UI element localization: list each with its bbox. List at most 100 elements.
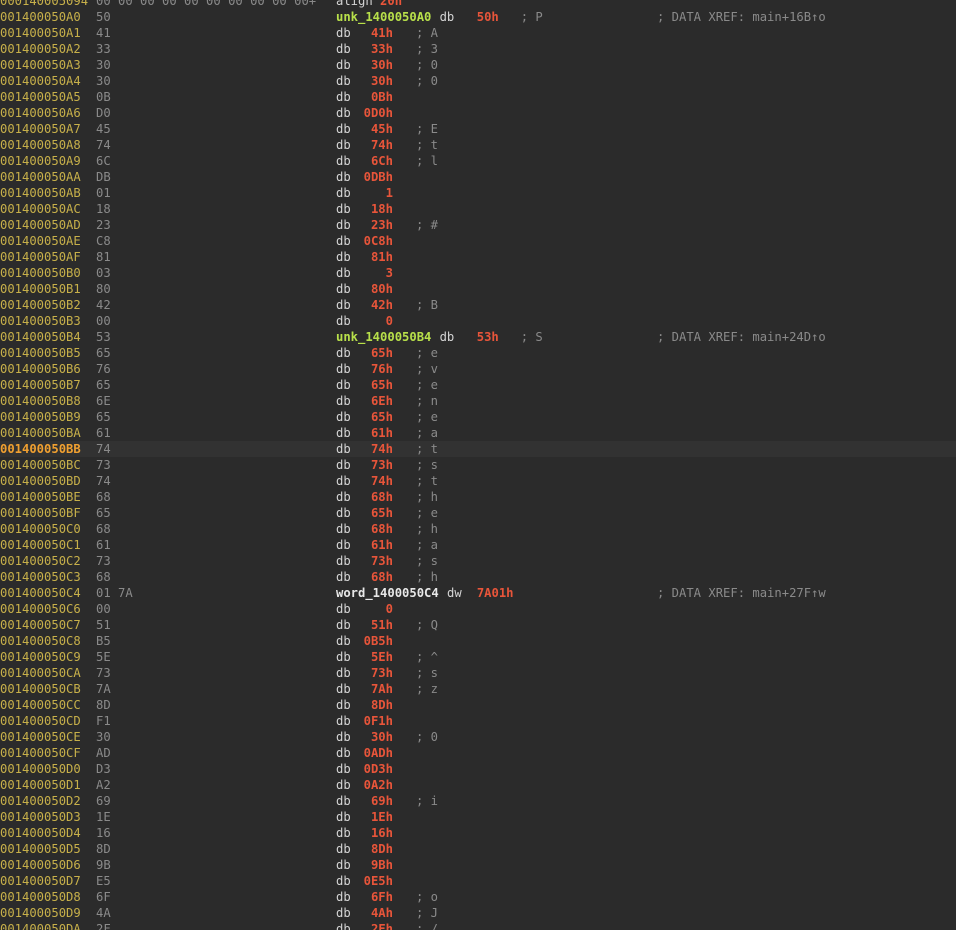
row-comment: ; A	[416, 26, 439, 40]
listing-row-align[interactable]: 000140005094 00 00 00 00 00 00 00 00 00 …	[0, 0, 956, 9]
row-operand: 0D0h	[363, 106, 393, 120]
listing-row[interactable]: 001400050BA 61 db 61h ; a	[0, 425, 956, 441]
listing-row[interactable]: 001400050AC 18 db 18h	[0, 201, 956, 217]
listing-row[interactable]: 001400050BF 65 db 65h ; e	[0, 505, 956, 521]
listing-row[interactable]: 001400050A8 74 db 74h ; t	[0, 137, 956, 153]
data-xref-link[interactable]: ; DATA XREF: main+24D↑o	[657, 329, 826, 345]
row-operand: 51h	[370, 618, 393, 632]
listing-row[interactable]: 001400050C1 61 db 61h ; a	[0, 537, 956, 553]
listing-row[interactable]: 001400050D1 A2 db 0A2h	[0, 777, 956, 793]
row-address: 001400050CE	[0, 730, 81, 744]
listing-row[interactable]: 001400050A0 50 unk_1400050A0 db 50h ; P ; DATA…	[0, 9, 956, 25]
listing-row[interactable]: 001400050D3 1E db 1Eh	[0, 809, 956, 825]
listing-row[interactable]: 001400050CB 7A db 7Ah ; z	[0, 681, 956, 697]
row-mnemonic: db	[336, 714, 351, 728]
listing-row[interactable]: 001400050B7 65 db 65h ; e	[0, 377, 956, 393]
listing-row[interactable]: 001400050D9 4A db 4Ah ; J	[0, 905, 956, 921]
row-bytes: 73	[96, 666, 111, 680]
listing-row[interactable]: 001400050CD F1 db 0F1h	[0, 713, 956, 729]
listing-row[interactable]: 001400050DA 2F db 2Fh ; /	[0, 921, 956, 930]
listing-row[interactable]: 001400050BB 74 db 74h ; t	[0, 441, 956, 457]
listing-row[interactable]: 001400050C4 01 7A word_1400050C4 dw 7A01h ; D…	[0, 585, 956, 601]
data-xref-link[interactable]: ; DATA XREF: main+16B↑o	[657, 9, 826, 25]
row-address: 001400050B7	[0, 378, 81, 392]
row-operand: 6Ch	[370, 154, 393, 168]
listing-row[interactable]: 001400050BC 73 db 73h ; s	[0, 457, 956, 473]
listing-row[interactable]: 001400050C3 68 db 68h ; h	[0, 569, 956, 585]
listing-row[interactable]: 001400050A4 30 db 30h ; 0	[0, 73, 956, 89]
row-address: 000140005094	[0, 0, 89, 8]
listing-row[interactable]: 001400050D7 E5 db 0E5h	[0, 873, 956, 889]
listing-row[interactable]: 001400050B2 42 db 42h ; B	[0, 297, 956, 313]
row-operand: 81h	[370, 250, 393, 264]
listing-row[interactable]: 001400050B5 65 db 65h ; e	[0, 345, 956, 361]
row-mnemonic: db	[439, 330, 455, 344]
row-operand: 73h	[370, 458, 393, 472]
row-bytes: 65	[96, 410, 111, 424]
row-address: 001400050D6	[0, 858, 81, 872]
listing-row[interactable]: 001400050A9 6C db 6Ch ; l	[0, 153, 956, 169]
listing-row[interactable]: 001400050BD 74 db 74h ; t	[0, 473, 956, 489]
row-mnemonic: db	[336, 138, 351, 152]
listing-row[interactable]: 001400050D6 9B db 9Bh	[0, 857, 956, 873]
listing-row[interactable]: 001400050A7 45 db 45h ; E	[0, 121, 956, 137]
listing-row[interactable]: 001400050B4 53 unk_1400050B4 db 53h ; S ; DATA…	[0, 329, 956, 345]
listing-row[interactable]: 001400050B6 76 db 76h ; v	[0, 361, 956, 377]
row-operand: 4Ah	[370, 906, 393, 920]
listing-row[interactable]: 001400050A3 30 db 30h ; 0	[0, 57, 956, 73]
row-address: 001400050C8	[0, 634, 81, 648]
listing-row[interactable]: 001400050C9 5E db 5Eh ; ^	[0, 649, 956, 665]
listing-row[interactable]: 001400050D2 69 db 69h ; i	[0, 793, 956, 809]
row-comment: ; e	[416, 346, 439, 360]
row-address: 001400050A8	[0, 138, 81, 152]
listing-row[interactable]: 001400050B8 6E db 6Eh ; n	[0, 393, 956, 409]
listing-row[interactable]: 001400050C2 73 db 73h ; s	[0, 553, 956, 569]
listing-row[interactable]: 001400050CE 30 db 30h ; 0	[0, 729, 956, 745]
listing-row[interactable]: 001400050B0 03 db 3	[0, 265, 956, 281]
listing-row[interactable]: 001400050C7 51 db 51h ; Q	[0, 617, 956, 633]
row-address: 001400050D5	[0, 842, 81, 856]
row-mnemonic: db	[336, 666, 351, 680]
listing-row[interactable]: 001400050B3 00 db 0	[0, 313, 956, 329]
listing-row[interactable]: 001400050AE C8 db 0C8h	[0, 233, 956, 249]
row-operand: 53h	[476, 330, 499, 344]
listing-row[interactable]: 001400050D4 16 db 16h	[0, 825, 956, 841]
listing-row[interactable]: 001400050CC 8D db 8Dh	[0, 697, 956, 713]
data-xref-link[interactable]: ; DATA XREF: main+27F↑w	[657, 585, 826, 601]
listing-row[interactable]: 001400050C6 00 db 0	[0, 601, 956, 617]
listing-row[interactable]: 001400050D5 8D db 8Dh	[0, 841, 956, 857]
listing-row[interactable]: 001400050A2 33 db 33h ; 3	[0, 41, 956, 57]
row-operand: 0Bh	[370, 90, 393, 104]
row-bytes: 65	[96, 506, 111, 520]
listing-row[interactable]: 001400050AA DB db 0DBh	[0, 169, 956, 185]
listing-row[interactable]: 001400050AF 81 db 81h	[0, 249, 956, 265]
disassembly-listing[interactable]: 000140005094 00 00 00 00 00 00 00 00 00 …	[0, 0, 956, 930]
row-comment: ; s	[416, 666, 439, 680]
row-operand: 20h	[380, 0, 403, 8]
listing-row[interactable]: 001400050A6 D0 db 0D0h	[0, 105, 956, 121]
row-comment: ; 0	[416, 58, 439, 72]
listing-row[interactable]: 001400050CF AD db 0ADh	[0, 745, 956, 761]
row-operand: 0F1h	[363, 714, 393, 728]
listing-row[interactable]: 001400050B9 65 db 65h ; e	[0, 409, 956, 425]
row-address: 001400050B3	[0, 314, 81, 328]
row-comment: ; P	[520, 10, 543, 24]
row-comment: ; #	[416, 218, 439, 232]
listing-row[interactable]: 001400050CA 73 db 73h ; s	[0, 665, 956, 681]
listing-row[interactable]: 001400050AD 23 db 23h ; #	[0, 217, 956, 233]
listing-row[interactable]: 001400050BE 68 db 68h ; h	[0, 489, 956, 505]
row-bytes: 30	[96, 58, 111, 72]
listing-row[interactable]: 001400050A1 41 db 41h ; A	[0, 25, 956, 41]
listing-row[interactable]: 001400050A5 0B db 0Bh	[0, 89, 956, 105]
listing-row[interactable]: 001400050B1 80 db 80h	[0, 281, 956, 297]
listing-row[interactable]: 001400050D8 6F db 6Fh ; o	[0, 889, 956, 905]
row-mnemonic: db	[336, 890, 351, 904]
listing-row[interactable]: 001400050C0 68 db 68h ; h	[0, 521, 956, 537]
row-operand: 50h	[476, 10, 499, 24]
listing-row[interactable]: 001400050C8 B5 db 0B5h	[0, 633, 956, 649]
listing-row[interactable]: 001400050AB 01 db 1	[0, 185, 956, 201]
row-address: 001400050A7	[0, 122, 81, 136]
row-operand: 45h	[370, 122, 393, 136]
listing-row[interactable]: 001400050D0 D3 db 0D3h	[0, 761, 956, 777]
row-bytes: F1	[96, 714, 111, 728]
